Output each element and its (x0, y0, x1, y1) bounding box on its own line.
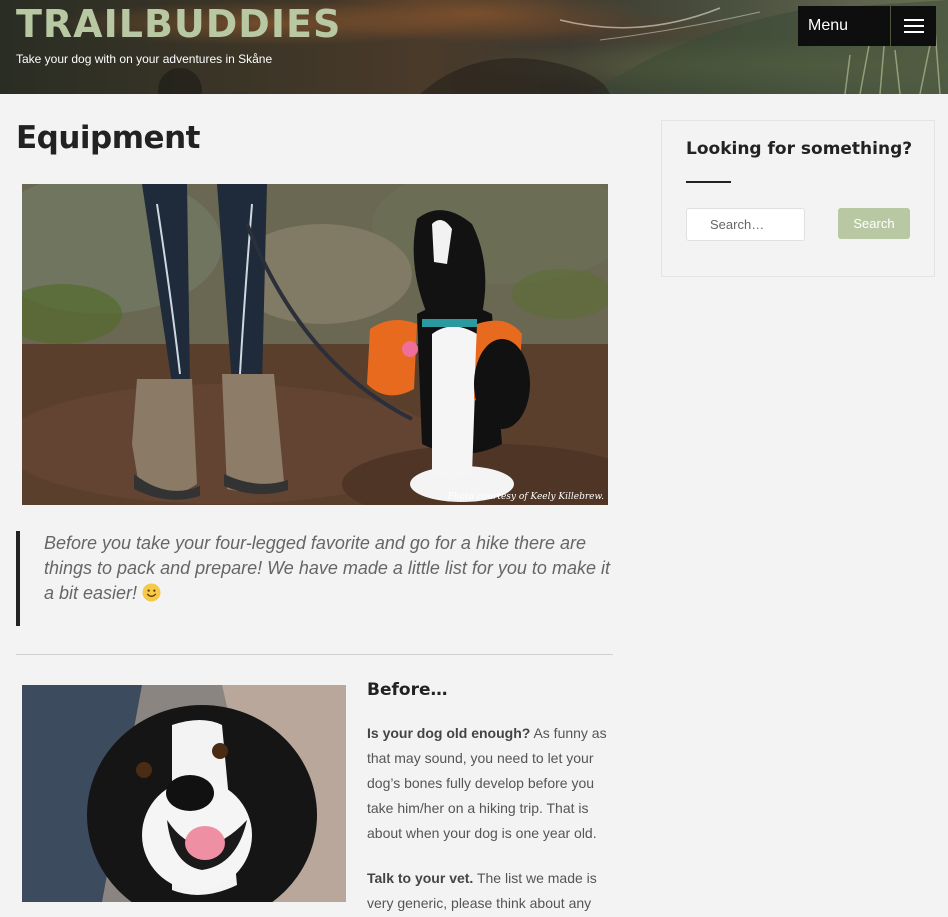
site-tagline: Take your dog with on your adventures in… (16, 52, 273, 66)
menu-button[interactable]: Menu (798, 6, 890, 46)
search-input[interactable] (686, 208, 805, 241)
site-title[interactable]: TRAILBUDDIES (16, 1, 341, 47)
paragraph-dog-age: Is your dog old enough? As funny as that… (367, 725, 607, 841)
paragraph-vet: Talk to your vet. The list we made is ve… (367, 870, 597, 911)
menu-label: Menu (808, 17, 849, 34)
hamburger-icon (903, 18, 924, 34)
content-divider (16, 654, 613, 655)
smiling-dog-photo (22, 685, 346, 902)
intro-quote-text: Before you take your four-legged favorit… (44, 533, 610, 603)
widget-title: Looking for something? (686, 139, 913, 159)
menu-toggle-button[interactable] (891, 6, 936, 46)
hero-image-hiker-and-dog: Photo courtesy of Keely Killebrew. (22, 184, 608, 505)
intro-blockquote: Before you take your four-legged favorit… (16, 531, 613, 626)
hero-photo-credit: Photo courtesy of Keely Killebrew. (447, 492, 604, 502)
smiley-emoji-icon (142, 583, 161, 602)
search-button[interactable]: Search (838, 208, 910, 239)
site-header: TRAILBUDDIES Take your dog with on your … (0, 0, 948, 94)
section-heading-before: Before… (367, 680, 448, 700)
search-widget: Looking for something? Search (661, 120, 935, 277)
page-title: Equipment (16, 120, 200, 156)
widget-title-underline (686, 181, 731, 183)
